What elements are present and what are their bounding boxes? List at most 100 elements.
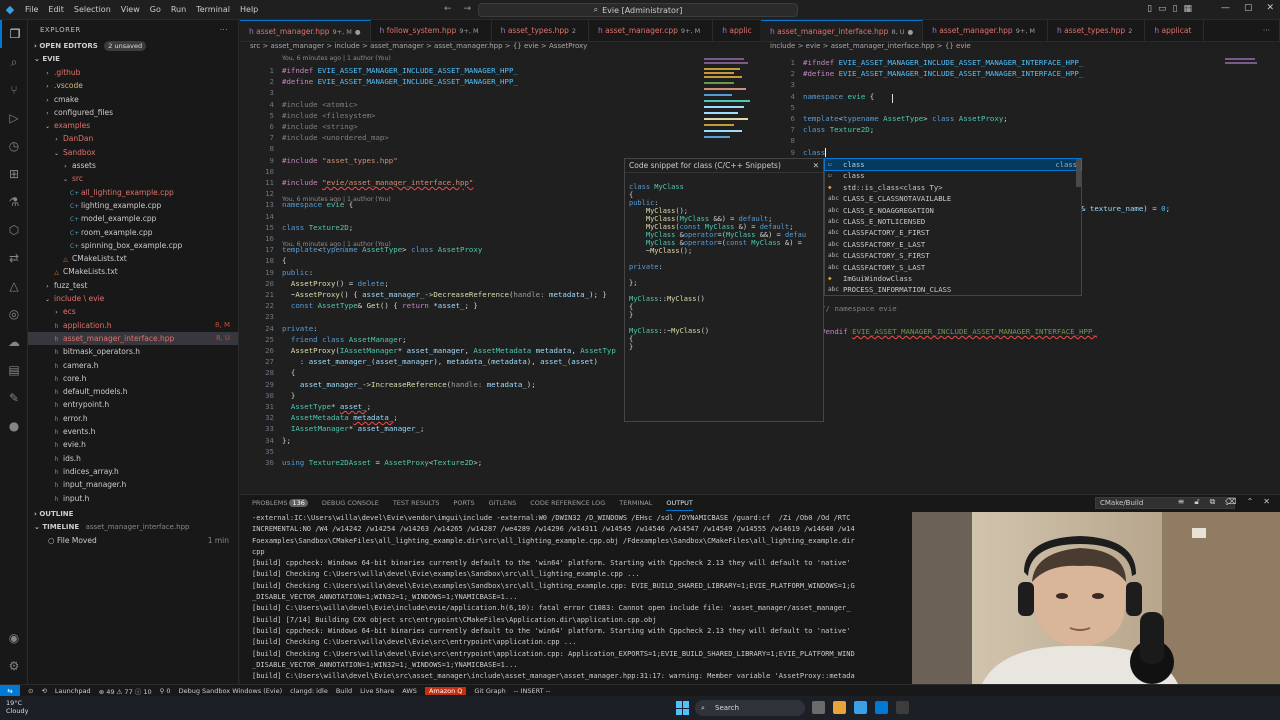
taskbar-search[interactable]: ⌕ Search (695, 700, 805, 716)
clangd-status[interactable]: clangd: idle (290, 687, 328, 695)
tree-item[interactable]: C+ room_example.cpp (28, 226, 238, 239)
gear-icon[interactable]: ⚙ (0, 652, 28, 680)
menu-edit[interactable]: Edit (43, 5, 69, 14)
gitlens-icon[interactable]: ◎ (0, 300, 28, 328)
more-actions-icon[interactable]: ··· (220, 20, 228, 40)
live-share-status[interactable]: Live Share (360, 687, 394, 695)
toggle-secondary-sidebar-icon[interactable]: ▯ (1173, 4, 1178, 14)
tab-debug-console[interactable]: DEBUG CONSOLE (322, 495, 379, 511)
source-control-status-icon[interactable]: ⊙ (28, 687, 33, 695)
clear-icon[interactable]: ⌫ (1225, 497, 1236, 507)
history-icon[interactable]: ◷ (0, 132, 28, 160)
debug-config-status[interactable]: Debug Sandbox Windows (Evie) (179, 687, 283, 695)
output-log[interactable]: -external:IC:\Users\willa\devel\Evie\ven… (252, 513, 922, 682)
tree-item[interactable]: △ CMakeLists.txt (28, 252, 238, 265)
tree-item[interactable]: ⌄ include \ evie (28, 292, 238, 305)
tree-item[interactable]: h entrypoint.h (28, 398, 238, 411)
aws-icon[interactable]: ☁ (0, 328, 28, 356)
right-minimap[interactable] (1221, 54, 1277, 494)
suggestion-item[interactable]: abc PROCESS_INFORMATION_CLASS (825, 284, 1081, 295)
aws-status[interactable]: AWS (402, 687, 417, 695)
github-icon[interactable]: ● (0, 412, 28, 440)
cmake-icon[interactable]: △ (0, 272, 28, 300)
customize-layout-icon[interactable]: ▦ (1183, 4, 1192, 14)
git-graph-status[interactable]: Git Graph (474, 687, 505, 695)
tree-item[interactable]: h error.h (28, 412, 238, 425)
tree-item[interactable]: h camera.h (28, 359, 238, 372)
timeline-header[interactable]: ⌄ TIMELINE asset_manager_interface.hpp (28, 521, 239, 534)
maximize-icon[interactable]: ▢ (1244, 3, 1253, 13)
menu-file[interactable]: File (20, 5, 43, 14)
remote-indicator-icon[interactable]: ⇆ (0, 684, 20, 697)
editor-tab[interactable]: h asset_types.hpp 2 (1048, 20, 1146, 41)
tree-item[interactable]: ⌄ Sandbox (28, 146, 238, 159)
edge-icon[interactable] (854, 701, 867, 714)
suggestion-scrollbar[interactable] (1076, 159, 1081, 187)
tree-item[interactable]: h ids.h (28, 452, 238, 465)
tree-item[interactable]: C+ model_example.cpp (28, 212, 238, 225)
tab-gitlens[interactable]: GITLENS (489, 495, 517, 511)
tree-item[interactable]: › fuzz_test (28, 279, 238, 292)
suggestion-item[interactable]: abc CLASSFACTORY_S_FIRST (825, 250, 1081, 261)
windows-start-icon[interactable] (676, 701, 690, 715)
menu-selection[interactable]: Selection (69, 5, 116, 14)
editor-tab[interactable]: h follow_system.hpp 9+, M (371, 20, 492, 41)
source-control-icon[interactable]: ⑂ (0, 76, 28, 104)
tree-item[interactable]: h indices_array.h (28, 465, 238, 478)
file-explorer-icon[interactable] (833, 701, 846, 714)
remote-explorer-icon[interactable]: ⬡ (0, 216, 28, 244)
menu-terminal[interactable]: Terminal (191, 5, 235, 14)
modified-dot-icon[interactable]: ● (355, 28, 361, 36)
test-flask-icon[interactable]: ⚗ (0, 188, 28, 216)
suggestion-item[interactable]: abc CLASSFACTORY_S_LAST (825, 262, 1081, 273)
tree-item[interactable]: h evie.h (28, 438, 238, 451)
terminal-icon[interactable] (896, 701, 909, 714)
live-share-icon[interactable]: ⇄ (0, 244, 28, 272)
tree-item[interactable]: h asset_manager_interface.hpp 8, U (28, 331, 238, 346)
lock-icon[interactable]: 🔓︎ (1194, 497, 1199, 507)
open-editors-section[interactable]: › OPEN EDITORS 2 unsaved (28, 40, 238, 53)
build-status[interactable]: Build (336, 687, 352, 695)
task-view-icon[interactable] (812, 701, 825, 714)
tab-output[interactable]: OUTPUT (666, 495, 693, 511)
menu-go[interactable]: Go (145, 5, 166, 14)
explorer-icon[interactable]: ❐ (0, 20, 28, 48)
forward-arrow-icon[interactable]: → (464, 4, 472, 14)
modified-dot-icon[interactable]: ● (907, 28, 913, 36)
tree-item[interactable]: › DanDan (28, 132, 238, 145)
tree-item[interactable]: h default_models.h (28, 385, 238, 398)
tree-item[interactable]: h core.h (28, 372, 238, 385)
tree-item[interactable]: h input_manager.h (28, 478, 238, 491)
toggle-panel-icon[interactable]: ▭ (1158, 4, 1167, 14)
tab-problems[interactable]: PROBLEMS 136 (252, 495, 308, 511)
tree-item[interactable]: › assets (28, 159, 238, 172)
tree-item[interactable]: ⌄ examples (28, 119, 238, 132)
tree-item[interactable]: h application.h 8, M (28, 319, 238, 332)
weather-widget[interactable]: 19°C Cloudy (6, 699, 28, 715)
account-icon[interactable]: ◉ (0, 624, 28, 652)
tree-item[interactable]: ⌄ src (28, 172, 238, 185)
wrench-icon[interactable]: ✎ (0, 384, 28, 412)
suggestion-item[interactable]: ◆ std::is_class<class Ty> (825, 182, 1081, 193)
editor-tab[interactable]: h asset_manager.cpp 9+, M (589, 20, 714, 41)
ports-status[interactable]: ⚲ 0 (160, 687, 171, 695)
vscode-taskbar-icon[interactable] (875, 701, 888, 714)
menu-help[interactable]: Help (235, 5, 263, 14)
tree-item[interactable]: › configured_files (28, 106, 238, 119)
tab-terminal[interactable]: TERMINAL (619, 495, 652, 511)
toggle-sidebar-icon[interactable]: ▯ (1147, 4, 1152, 14)
tree-item[interactable]: △ CMakeLists.txt (28, 265, 238, 278)
tree-item[interactable]: › .github (28, 66, 238, 79)
command-center[interactable]: ⌕ Evie [Administrator] (478, 3, 798, 17)
more-actions-icon[interactable]: ··· (1254, 20, 1280, 41)
minimize-icon[interactable]: — (1221, 3, 1230, 13)
tree-item[interactable]: h bitmask_operators.h (28, 345, 238, 358)
run-debug-icon[interactable]: ▷ (0, 104, 28, 132)
maximize-panel-icon[interactable]: ⌃ (1247, 497, 1254, 507)
tree-item[interactable]: C+ lighting_example.cpp (28, 199, 238, 212)
sync-icon[interactable]: ⟲ (41, 687, 46, 695)
tree-item[interactable]: › .vscode (28, 79, 238, 92)
back-arrow-icon[interactable]: ← (444, 4, 452, 14)
editor-tab[interactable]: h asset_manager_interface.hpp 8, U ● (761, 20, 924, 41)
suggestion-item[interactable]: abc CLASS_E_NOTLICENSED (825, 216, 1081, 227)
